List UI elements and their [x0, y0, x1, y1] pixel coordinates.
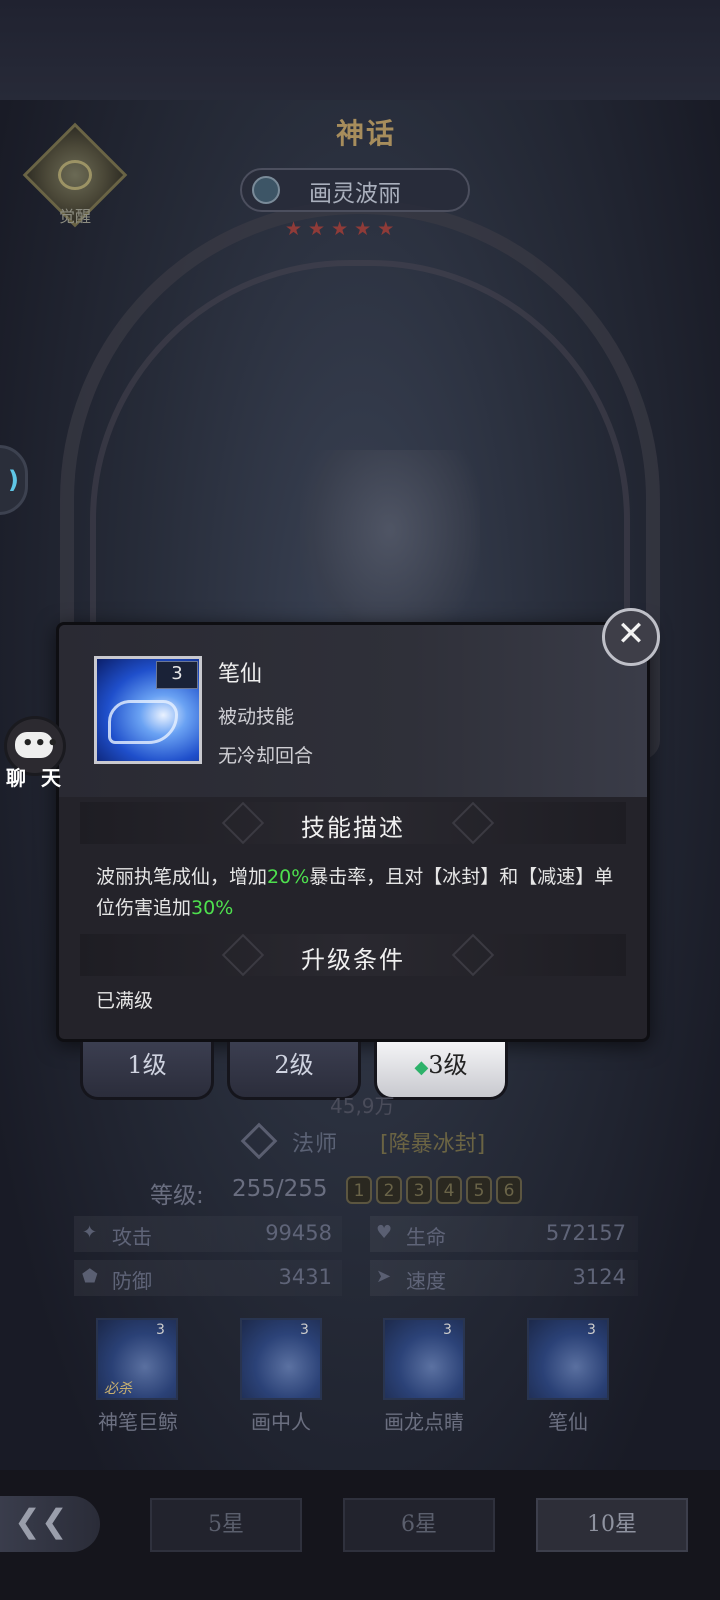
level-badge: 4 — [436, 1176, 462, 1204]
skill-type: 被动技能 — [218, 706, 295, 728]
rarity-label: 神话 — [335, 117, 396, 150]
skill-level: 3 — [171, 663, 183, 684]
star-icon: ★ — [377, 218, 395, 240]
skill-slot-2[interactable] — [240, 1318, 322, 1400]
star-icon: ★ — [354, 218, 372, 240]
hero-stars: ★ ★ ★ ★ ★ — [285, 218, 425, 240]
level-badge: 6 — [496, 1176, 522, 1204]
level-label: 等级: — [150, 1183, 204, 1209]
back-arrow-icon: ❮❮ — [14, 1502, 68, 1540]
level-tab-1[interactable]: 1级 — [80, 1042, 214, 1100]
star-tab-6[interactable]: 6星 — [343, 1498, 495, 1552]
chat-dots-icon: ••• — [22, 733, 60, 754]
star-tab-5[interactable]: 5星 — [150, 1498, 302, 1552]
sword-icon: ✦ — [82, 1222, 98, 1243]
hero-portrait — [300, 450, 480, 650]
star-icon: ★ — [331, 218, 349, 240]
level-value: 255/255 — [232, 1176, 328, 1202]
stat-value: 3431 — [278, 1265, 332, 1289]
skill-slot-name: 神笔巨鲸 — [98, 1410, 178, 1434]
stat-value: 572157 — [545, 1221, 626, 1245]
star-tab-10[interactable]: 10星 — [536, 1498, 688, 1552]
faction-icon — [252, 176, 280, 204]
level-badge: 5 — [466, 1176, 492, 1204]
skill-slot-level: 3 — [587, 1322, 596, 1338]
side-arrow-icon: ) — [8, 466, 19, 494]
skill-slot-name: 画中人 — [251, 1410, 311, 1434]
desc-title: 技能描述 — [301, 814, 405, 842]
chat-label: 聊 天 — [6, 766, 65, 790]
skill-description: 波丽执笔成仙，增加20%暴击率，且对【冰封】和【减速】单位伤害追加30% — [96, 866, 614, 919]
close-icon: ✕ — [616, 614, 646, 654]
level-badges: 1 2 3 4 5 6 — [346, 1176, 522, 1204]
upgrade-condition: 已满级 — [96, 990, 154, 1012]
stat-label: 速度 — [406, 1269, 446, 1293]
skill-slot-name: 画龙点睛 — [384, 1410, 464, 1434]
skill-slot-name: 笔仙 — [548, 1410, 588, 1434]
top-bar — [0, 0, 720, 100]
stat-label: 攻击 — [112, 1225, 152, 1249]
upgrade-title: 升级条件 — [301, 946, 405, 974]
hero-class: 法师 — [292, 1132, 339, 1157]
level-badge: 2 — [376, 1176, 402, 1204]
skill-name: 笔仙 — [218, 662, 263, 687]
awaken-label: 觉醒 — [58, 207, 91, 226]
heart-icon: ♥ — [376, 1222, 393, 1243]
hero-name: 画灵波丽 — [309, 181, 401, 207]
boot-icon: ➤ — [376, 1266, 392, 1287]
stat-value: 99458 — [265, 1221, 332, 1245]
stat-value: 3124 — [572, 1265, 626, 1289]
hero-class-tag: [降暴冰封] — [380, 1132, 486, 1157]
shield-icon: ⬟ — [82, 1266, 98, 1287]
gem-icon: ◆ — [414, 1057, 429, 1078]
skill-slot-level: 3 — [300, 1322, 309, 1338]
ultimate-tag: 必杀 — [104, 1381, 132, 1397]
star-icon: ★ — [308, 218, 326, 240]
level-badge: 3 — [406, 1176, 432, 1204]
stat-label: 防御 — [112, 1269, 152, 1293]
skill-slot-level: 3 — [443, 1322, 452, 1338]
skill-slot-4[interactable] — [527, 1318, 609, 1400]
skill-slot-level: 3 — [156, 1322, 165, 1338]
skill-cooldown: 无冷却回合 — [218, 745, 314, 767]
level-badge: 1 — [346, 1176, 372, 1204]
stat-label: 生命 — [406, 1225, 446, 1249]
skill-slot-3[interactable] — [383, 1318, 465, 1400]
power-value: 45,9万 — [330, 1094, 395, 1118]
star-icon: ★ — [285, 218, 303, 240]
eye-icon — [58, 160, 92, 190]
